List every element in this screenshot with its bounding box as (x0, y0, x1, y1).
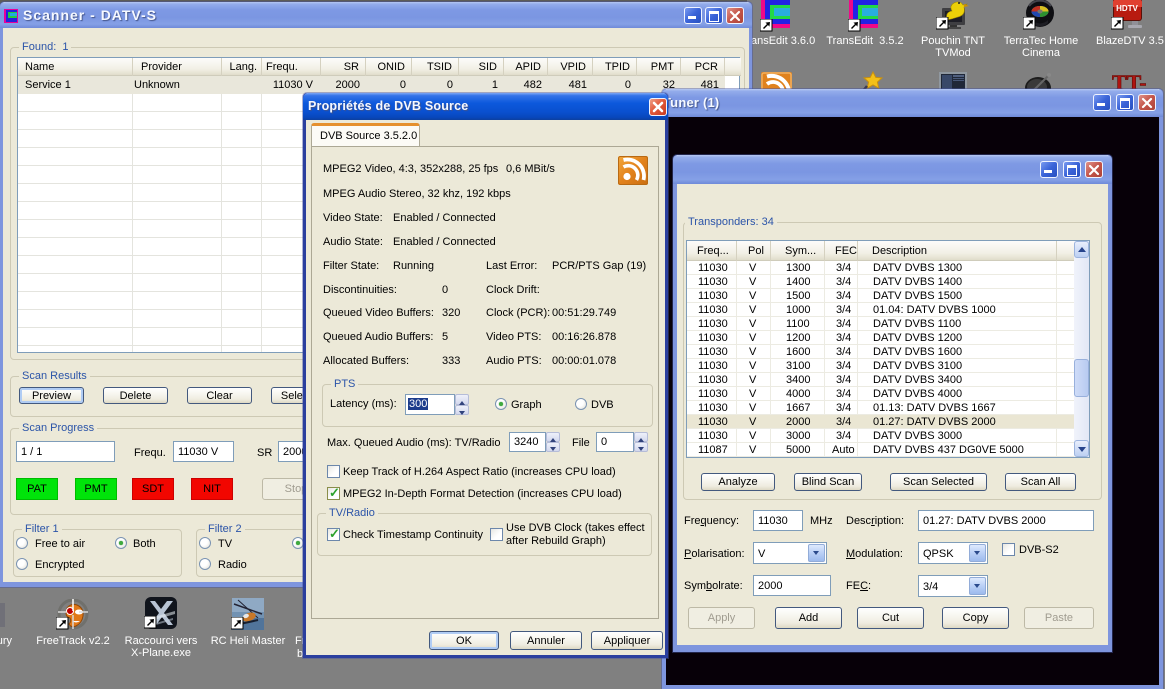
svg-text:HDTV: HDTV (1116, 4, 1138, 13)
